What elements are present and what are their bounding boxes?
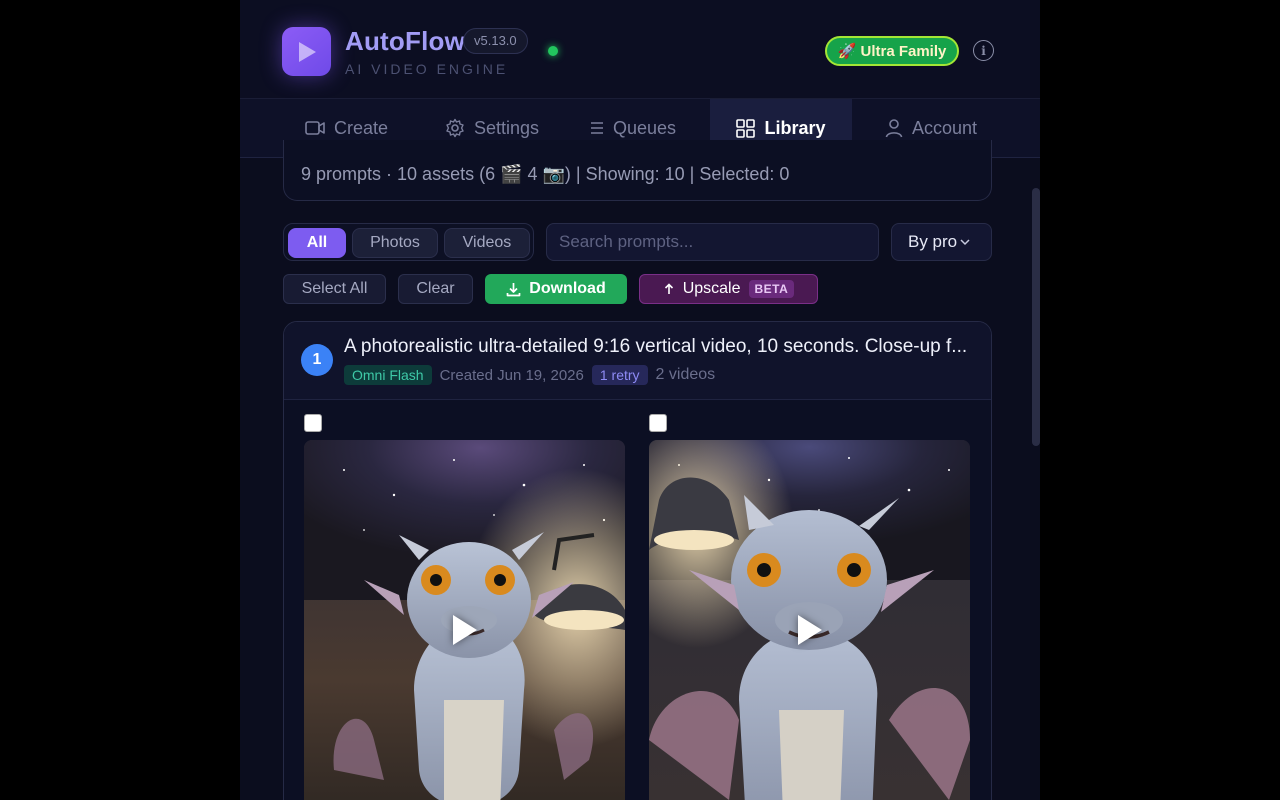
upscale-label: Upscale bbox=[682, 280, 741, 297]
download-label: Download bbox=[529, 280, 606, 297]
model-tag: Omni Flash bbox=[344, 365, 432, 385]
asset-count: 2 videos bbox=[655, 366, 716, 383]
scrollbar-thumb[interactable] bbox=[1032, 188, 1040, 446]
app-window: AutoFlow v5.13.0 AI VIDEO ENGINE 🚀 Ultra… bbox=[240, 0, 1040, 800]
video-camera-icon bbox=[305, 121, 325, 135]
asset-select-checkbox[interactable] bbox=[304, 414, 322, 432]
play-logo-icon bbox=[298, 41, 316, 62]
plan-badge[interactable]: 🚀 Ultra Family bbox=[825, 36, 959, 66]
created-date: Created Jun 19, 2026 bbox=[439, 366, 584, 384]
asset-select-checkbox[interactable] bbox=[649, 414, 667, 432]
video-thumbnail[interactable] bbox=[649, 440, 970, 800]
retry-tag: 1 retry bbox=[591, 365, 648, 385]
sort-select-value: By pro bbox=[908, 232, 958, 251]
tab-settings-label: Settings bbox=[474, 117, 540, 138]
tab-queues-label: Queues bbox=[613, 117, 677, 138]
app-subtitle: AI VIDEO ENGINE bbox=[345, 61, 509, 77]
beta-badge: BETA bbox=[748, 280, 795, 298]
gear-icon bbox=[446, 118, 464, 138]
download-button[interactable]: Download bbox=[485, 274, 627, 304]
prompt-text: A photorealistic ultra-detailed 9:16 ver… bbox=[344, 336, 968, 357]
select-all-button[interactable]: Select All bbox=[283, 274, 386, 304]
upscale-button[interactable]: Upscale BETA bbox=[639, 274, 818, 304]
tab-account-label: Account bbox=[912, 117, 978, 138]
info-icon[interactable]: i bbox=[973, 40, 994, 61]
search-prompts-input[interactable] bbox=[546, 223, 879, 261]
filter-all-button[interactable]: All bbox=[288, 228, 346, 258]
chevron-down-icon bbox=[960, 239, 970, 246]
version-badge: v5.13.0 bbox=[463, 28, 528, 54]
media-type-filter: All Photos Videos bbox=[283, 223, 534, 261]
connection-status-indicator bbox=[548, 46, 558, 56]
video-thumbnail[interactable] bbox=[304, 440, 625, 800]
prompt-card-header[interactable]: 1 A photorealistic ultra-detailed 9:16 v… bbox=[284, 322, 991, 400]
prompt-meta: Omni Flash Created Jun 19, 2026 1 retry … bbox=[344, 365, 715, 385]
tab-create-label: Create bbox=[334, 117, 389, 138]
prompt-index-badge: 1 bbox=[301, 344, 333, 376]
filter-photos-button[interactable]: Photos bbox=[352, 228, 438, 258]
arrow-up-icon bbox=[664, 283, 673, 294]
user-icon bbox=[885, 119, 903, 138]
filter-videos-button[interactable]: Videos bbox=[444, 228, 530, 258]
tab-library-label: Library bbox=[764, 117, 826, 138]
list-icon bbox=[591, 122, 603, 134]
sort-select[interactable]: By pro bbox=[891, 223, 992, 261]
library-stats-panel: 9 prompts · 10 assets (6 🎬 4 📷) | Showin… bbox=[283, 140, 992, 201]
play-icon[interactable] bbox=[452, 615, 477, 645]
play-icon[interactable] bbox=[797, 615, 822, 645]
app-header: AutoFlow v5.13.0 AI VIDEO ENGINE 🚀 Ultra… bbox=[240, 0, 1040, 98]
prompt-card: 1 A photorealistic ultra-detailed 9:16 v… bbox=[283, 321, 992, 800]
app-logo bbox=[282, 27, 331, 76]
clear-button[interactable]: Clear bbox=[398, 274, 473, 304]
download-icon bbox=[506, 282, 521, 296]
app-title: AutoFlow bbox=[345, 26, 466, 56]
library-stats-text: 9 prompts · 10 assets (6 🎬 4 📷) | Showin… bbox=[301, 164, 790, 184]
grid-icon bbox=[736, 118, 756, 138]
